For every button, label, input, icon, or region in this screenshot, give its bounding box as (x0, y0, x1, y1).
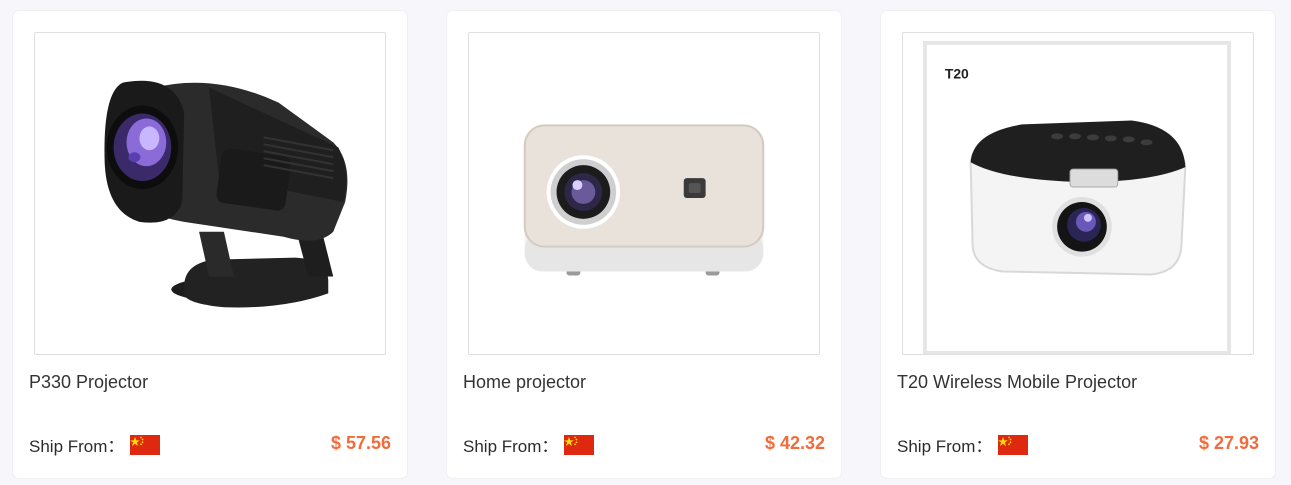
product-card[interactable]: T20 T20 Wireless Mobile Projector Ship F… (881, 11, 1275, 478)
projector-p330-image (104, 80, 348, 308)
product-title[interactable]: Home projector (463, 372, 586, 393)
product-image[interactable]: T20 (902, 32, 1254, 355)
projector-home-image (523, 124, 765, 276)
product-title[interactable]: T20 Wireless Mobile Projector (897, 372, 1137, 393)
product-card[interactable]: Home projector Ship From： $ 42.32 (447, 11, 841, 478)
ship-from: Ship From： (29, 432, 161, 457)
ship-from-label: Ship From： (463, 437, 559, 456)
product-image[interactable] (468, 32, 820, 355)
ship-from-label: Ship From： (897, 437, 993, 456)
product-title[interactable]: P330 Projector (29, 372, 148, 393)
product-price: $ 57.56 (330, 433, 391, 453)
product-price: $ 27.93 (1198, 433, 1259, 453)
product-card[interactable]: P330 Projector Ship From： $ 57.56 (13, 11, 407, 478)
image-label-text: T20 (945, 66, 969, 82)
projector-t20-image: T20 (922, 40, 1232, 354)
china-flag-icon (564, 434, 595, 455)
ship-from: Ship From： (463, 432, 595, 457)
product-price: $ 42.32 (764, 433, 825, 453)
china-flag-icon (130, 434, 161, 455)
china-flag-icon (998, 434, 1029, 455)
ship-from: Ship From： (897, 432, 1029, 457)
ship-from-label: Ship From： (29, 437, 125, 456)
product-image[interactable] (34, 32, 386, 355)
